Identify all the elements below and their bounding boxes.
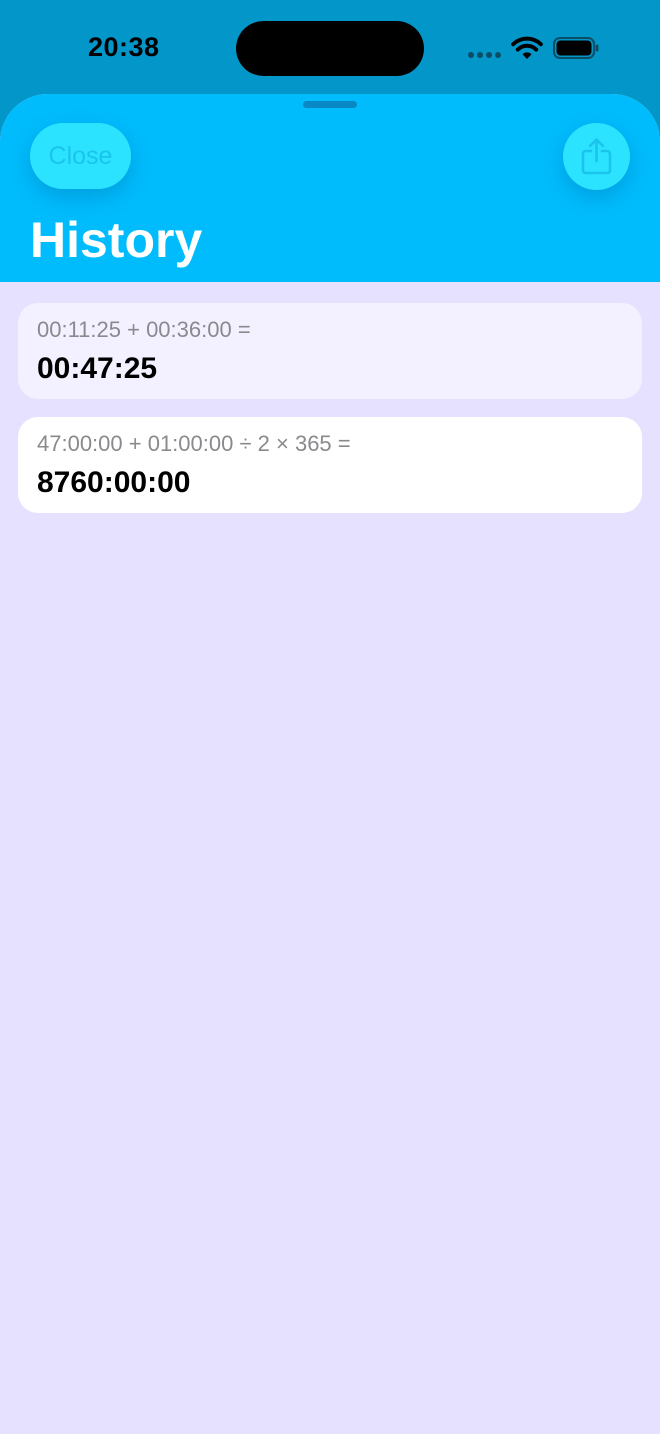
history-result: 8760:00:00 (37, 466, 191, 499)
status-time: 20:38 (88, 32, 160, 62)
battery-icon (553, 37, 599, 59)
history-expression: 47:00:00 + 01:00:00 ÷ 2 × 365 = (37, 431, 351, 456)
history-sheet: Close History 00:11:25 + 00:36:00 = 00:4… (0, 94, 660, 1434)
wifi-icon (511, 36, 543, 59)
history-item[interactable]: 47:00:00 + 01:00:00 ÷ 2 × 365 = 8760:00:… (18, 417, 642, 513)
close-button[interactable]: Close (30, 123, 131, 189)
history-expression: 00:11:25 + 00:36:00 = (37, 317, 251, 342)
sheet-header: Close History (0, 94, 660, 282)
share-icon (581, 138, 612, 175)
page-title: History (30, 212, 203, 268)
sheet-grabber[interactable] (303, 101, 357, 108)
history-result: 00:47:25 (37, 352, 158, 385)
dynamic-island (236, 21, 424, 76)
status-bar: 20:38 (0, 0, 660, 94)
share-button[interactable] (563, 123, 630, 190)
cellular-signal-icon (468, 52, 502, 58)
history-list: 00:11:25 + 00:36:00 = 00:47:25 47:00:00 … (18, 303, 642, 531)
history-item[interactable]: 00:11:25 + 00:36:00 = 00:47:25 (18, 303, 642, 399)
